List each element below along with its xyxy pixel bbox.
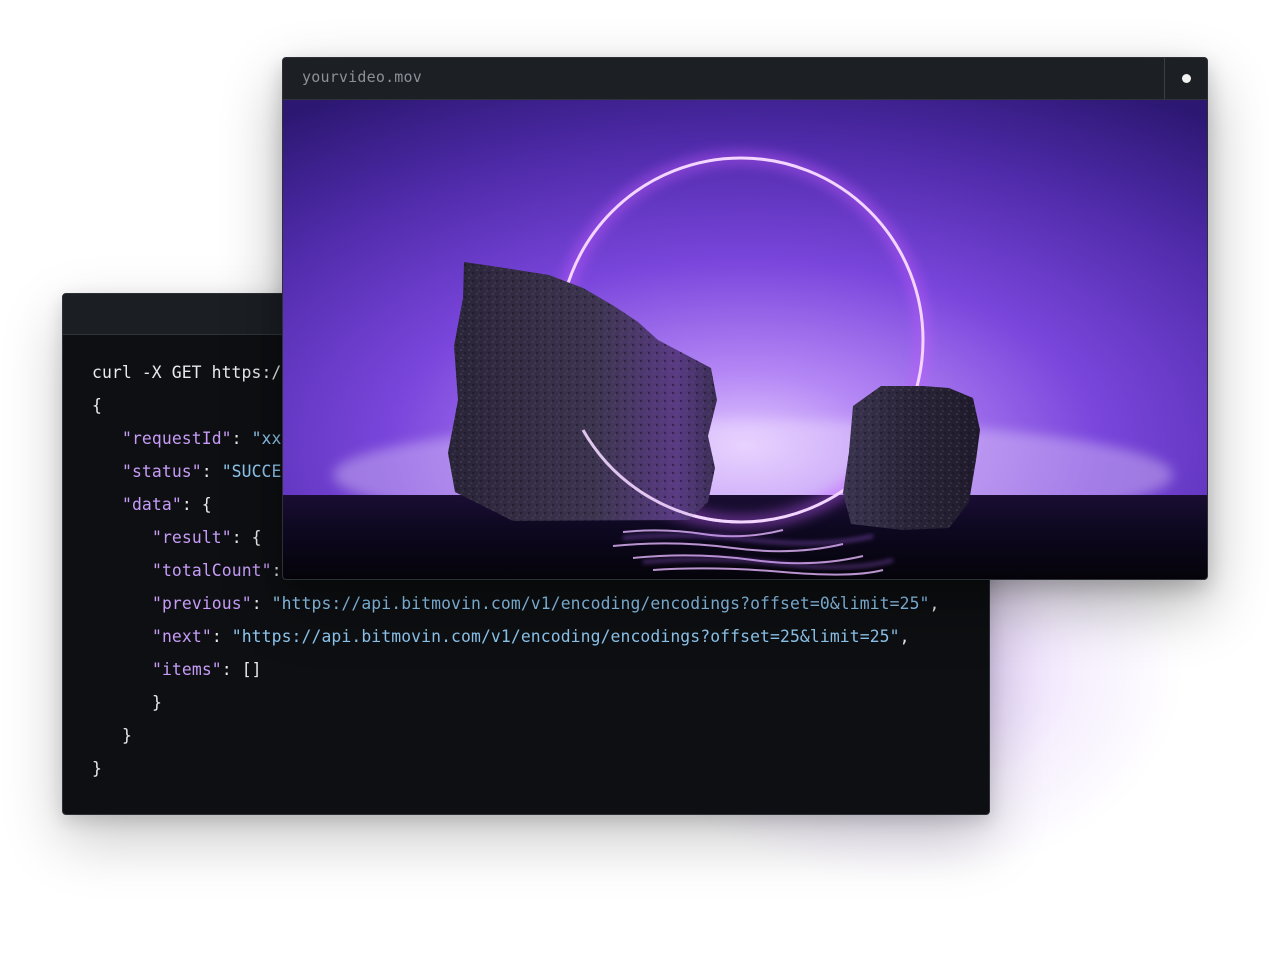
code-line: "previous": "https://api.bitmovin.com/v1… xyxy=(92,587,939,620)
code-text: : xyxy=(231,429,252,448)
code-text: : [] xyxy=(221,660,262,679)
code-text: , xyxy=(929,594,940,613)
code-text: } xyxy=(122,726,132,745)
code-line: { xyxy=(92,389,102,422)
json-key: "status" xyxy=(122,462,202,481)
json-key: "items" xyxy=(152,660,222,679)
code-line: } xyxy=(92,752,102,785)
code-text: , xyxy=(899,627,910,646)
video-window: yourvideo.mov xyxy=(282,57,1208,580)
code-line: curl -X GET https:/ xyxy=(92,356,281,389)
code-text: : xyxy=(201,462,222,481)
code-line: } xyxy=(92,686,162,719)
video-filename: yourvideo.mov xyxy=(302,68,422,86)
json-string: "https://api.bitmovin.com/v1/encoding/en… xyxy=(271,594,930,613)
json-string: "xx xyxy=(251,429,282,448)
json-key: "totalCount" xyxy=(152,561,272,580)
code-line: "result": { xyxy=(92,521,262,554)
json-string: "SUCCES xyxy=(221,462,292,481)
code-line: "requestId": "xx xyxy=(92,422,282,455)
json-key: "data" xyxy=(122,495,182,514)
code-line: "items": [] xyxy=(92,653,262,686)
code-text: : { xyxy=(181,495,212,514)
code-line: "status": "SUCCES xyxy=(92,455,291,488)
code-line: "data": { xyxy=(92,488,212,521)
json-key: "next" xyxy=(152,627,212,646)
code-text: : xyxy=(251,594,272,613)
code-text: curl -X GET https:/ xyxy=(92,363,282,382)
dot-icon[interactable] xyxy=(1182,74,1191,83)
code-line: "next": "https://api.bitmovin.com/v1/enc… xyxy=(92,620,910,653)
video-still-image xyxy=(283,100,1207,579)
video-frame[interactable] xyxy=(283,100,1207,579)
code-line: "totalCount": xyxy=(92,554,282,587)
code-text: } xyxy=(152,693,162,712)
code-text: : { xyxy=(231,528,262,547)
code-text: : xyxy=(211,627,232,646)
json-key: "previous" xyxy=(152,594,252,613)
code-text: : xyxy=(271,561,282,580)
code-line: } xyxy=(92,719,132,752)
titlebar-divider xyxy=(1164,58,1165,99)
code-text: { xyxy=(92,396,102,415)
json-string: "https://api.bitmovin.com/v1/encoding/en… xyxy=(231,627,900,646)
json-key: "requestId" xyxy=(122,429,232,448)
code-text: } xyxy=(92,759,102,778)
json-key: "result" xyxy=(152,528,232,547)
video-titlebar: yourvideo.mov xyxy=(283,58,1207,100)
